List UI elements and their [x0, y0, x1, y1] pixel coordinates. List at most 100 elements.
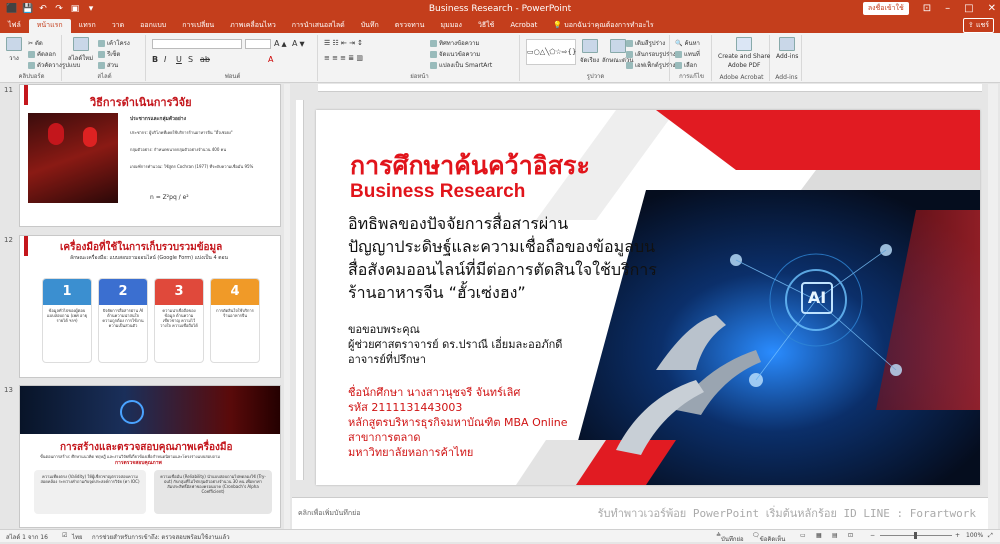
window-title: Business Research - PowerPoint	[428, 3, 572, 14]
slide-sorter-icon[interactable]: ▦	[816, 532, 822, 539]
paragraph-group: ☰ ☷ ⇤ ⇥ ↕ ≡ ≡ ≡ ≣ ▥ ทิศทางข้อความ จัดแนว…	[320, 35, 520, 81]
spellcheck-icon[interactable]: ☑	[62, 532, 67, 539]
slide-thumbnail-panel: 11 วิธีการดำเนินการวิจัย ประชากรและกลุ่ม…	[0, 84, 292, 529]
slides-group: สไลด์ใหม่ เค้าโครง รีเซ็ต ส่วน สไลด์	[64, 35, 146, 81]
thumbnail-slide-12[interactable]: เครื่องมือที่ใช้ในการเก็บรวบรวมข้อมูล ลั…	[19, 235, 281, 378]
text-direction-button[interactable]: ทิศทางข้อความ	[430, 38, 479, 48]
slide-title-thai[interactable]: การศึกษาค้นคว้าอิสระ	[350, 146, 590, 186]
font-color-icon[interactable]: A	[268, 55, 273, 64]
new-slide-button[interactable]: สไลด์ใหม่	[68, 37, 93, 63]
comments-button[interactable]: 🗨 ข้อคิดเห็น	[752, 532, 785, 543]
title-bar: ⬛ 💾 ↶ ↷ ▣ ▾ Business Research - PowerPoi…	[0, 0, 1000, 17]
underline-icon[interactable]: U	[176, 55, 182, 64]
grow-font-icon[interactable]: A ▲	[274, 39, 287, 48]
thumbnail-scrollbar[interactable]	[284, 84, 290, 529]
font-group: A ▲ A ▼ B I U S ab A ฟอนต์	[148, 35, 318, 81]
slide-topic-text[interactable]: อิทธิพลของปัจจัยการสื่อสารผ่าน ปัญญาประด…	[348, 212, 657, 304]
clipboard-group: วาง ✂ ตัด คัดลอก ตัวคัดวางรูปแบบ คลิปบอร์…	[2, 35, 80, 81]
tool-card: 2 ปัจจัยการสื่อสารผ่าน AI ด้านความน่าสนใ…	[98, 278, 148, 363]
slideshow-icon[interactable]: ⊡	[848, 532, 853, 539]
tab-design[interactable]: ออกแบบ	[132, 19, 174, 33]
smartart-button[interactable]: แปลงเป็น SmartArt	[430, 60, 492, 70]
ribbon-display-icon[interactable]: ⊡	[923, 3, 931, 14]
shrink-font-icon[interactable]: A ▼	[292, 39, 305, 48]
bullets-icon[interactable]: ☰ ☷ ⇤ ⇥ ↕	[324, 39, 363, 47]
tab-acrobat[interactable]: Acrobat	[502, 19, 545, 33]
notes-pane[interactable]: คลิกเพื่อเพิ่มบันทึกย่อ รับทำพาวเวอร์พ้อ…	[292, 497, 988, 529]
tab-view[interactable]: มุมมอง	[432, 19, 469, 33]
banner-image	[20, 386, 280, 434]
reliability-box: ความเชื่อมั่น (Reliability) นำแบบสอบถามไ…	[154, 470, 272, 514]
tab-file[interactable]: ไฟล์	[0, 19, 29, 33]
student-info-text[interactable]: ชื่อนักศึกษา นางสาวนุชจรี จันทร์เลิศ รหั…	[348, 385, 568, 460]
align-text-button[interactable]: จัดแนวข้อความ	[430, 49, 480, 59]
watermark-text: รับทำพาวเวอร์พ้อย PowerPoint เริ่มต้นหลั…	[597, 507, 976, 520]
drawing-group: ▭○△╲⬠☆⇨{} จัดเรียง ลักษณะด่วน เติมสีรูปร…	[522, 35, 676, 81]
slide-title-english[interactable]: Business Research	[350, 181, 525, 203]
effects-icon	[626, 61, 633, 69]
zoom-level[interactable]: 100%	[966, 532, 983, 539]
font-name-dropdown[interactable]	[152, 39, 242, 49]
tab-transitions[interactable]: การเปลี่ยน	[174, 19, 222, 33]
close-icon[interactable]: ✕	[988, 3, 996, 14]
layout-button[interactable]: เค้าโครง	[98, 38, 130, 48]
slide-scrollbar[interactable]	[988, 84, 998, 529]
smartart-icon	[430, 61, 437, 69]
validity-box: ความเที่ยงตรง (Validity) ให้ผู้เชี่ยวชาญ…	[34, 470, 146, 514]
normal-view-icon[interactable]: ▭	[800, 532, 806, 539]
align-icons[interactable]: ≡ ≡ ≡ ≣ ▥	[324, 54, 363, 62]
layout-icon	[98, 39, 105, 47]
copy-button[interactable]: คัดลอก	[28, 49, 56, 59]
accessibility-status[interactable]: การช่วยสำหรับการเข้าถึง: ตรวจสอบพร้อมใช้…	[92, 532, 230, 542]
tab-draw[interactable]: วาด	[104, 19, 132, 33]
replace-button[interactable]: แทนที่	[675, 49, 700, 59]
thumbnail-slide-11[interactable]: วิธีการดำเนินการวิจัย ประชากรและกลุ่มตัว…	[19, 84, 281, 227]
italic-icon[interactable]: I	[164, 55, 166, 64]
minimize-icon[interactable]: –	[945, 3, 950, 14]
ribbon: วาง ✂ ตัด คัดลอก ตัวคัดวางรูปแบบ คลิปบอร์…	[0, 33, 1000, 83]
shape-fill-button[interactable]: เติมสีรูปร่าง	[626, 38, 665, 48]
slide-counter: สไลด์ 1 จาก 16	[6, 534, 48, 541]
select-button[interactable]: เลือก	[675, 60, 697, 70]
tab-review[interactable]: ตรวจทาน	[387, 19, 433, 33]
tell-me-search[interactable]: 💡 บอกฉันว่าคุณต้องการทำอะไร	[553, 19, 653, 33]
tab-home[interactable]: หน้าแรก	[28, 19, 71, 33]
maximize-icon[interactable]: □	[964, 3, 973, 14]
bold-icon[interactable]: B	[152, 55, 158, 64]
paste-button[interactable]: วาง	[6, 37, 22, 63]
text-direction-icon	[430, 39, 437, 47]
tab-slideshow[interactable]: การนำเสนอสไลด์	[284, 19, 353, 33]
shape-effects-button[interactable]: เอฟเฟ็กต์รูปร่าง	[626, 60, 675, 70]
thumbnail-number: 13	[4, 386, 13, 394]
strikethrough-icon[interactable]: ab	[200, 55, 210, 64]
editing-group: 🔍 ค้นหา แทนที่ เลือก การแก้ไข	[672, 35, 712, 81]
tab-help[interactable]: วิธีใช้	[470, 19, 502, 33]
cut-button[interactable]: ✂ ตัด	[28, 38, 43, 48]
tab-insert[interactable]: แทรก	[71, 19, 104, 33]
thumbnail-slide-13[interactable]: การสร้างและตรวจสอบคุณภาพเครื่องมือ ขั้นต…	[19, 385, 281, 528]
reset-button[interactable]: รีเซ็ต	[98, 49, 120, 59]
section-button[interactable]: ส่วน	[98, 60, 118, 70]
tab-animations[interactable]: ภาพเคลื่อนไหว	[222, 19, 284, 33]
font-size-dropdown[interactable]	[245, 39, 271, 49]
reading-view-icon[interactable]: ▤	[832, 532, 838, 539]
language-indicator[interactable]: ไทย	[72, 532, 83, 542]
create-pdf-button[interactable]: Create and Share Adobe PDF	[718, 37, 770, 69]
shadow-icon[interactable]: S	[188, 55, 193, 64]
addins-button[interactable]: Add-ins	[776, 37, 798, 60]
advisor-text[interactable]: ขอขอบพระคุณ ผู้ช่วยศาสตราจารย์ ดร.ปราณี …	[348, 322, 562, 367]
arrange-button[interactable]: จัดเรียง	[580, 39, 599, 65]
share-button[interactable]: ⇪ แชร์	[962, 18, 994, 33]
zoom-slider-thumb[interactable]	[914, 532, 917, 539]
main-slide-canvas[interactable]: AI การศึกษาค้นคว้าอิสระ Business Researc…	[316, 110, 980, 485]
shape-outline-button[interactable]: เส้นกรอบรูปร่าง	[626, 49, 676, 59]
zoom-out-icon[interactable]: −	[870, 532, 875, 539]
fill-icon	[626, 39, 633, 47]
tab-record[interactable]: บันทึก	[353, 19, 387, 33]
shapes-gallery[interactable]: ▭○△╲⬠☆⇨{}	[526, 39, 576, 65]
notes-button[interactable]: ≙ บันทึกย่อ	[716, 532, 744, 543]
fit-to-window-icon[interactable]: ⤢	[988, 532, 993, 540]
find-button[interactable]: 🔍 ค้นหา	[675, 38, 700, 48]
sign-in-button[interactable]: ลงชื่อเข้าใช้	[862, 2, 909, 15]
zoom-in-icon[interactable]: +	[955, 532, 960, 539]
